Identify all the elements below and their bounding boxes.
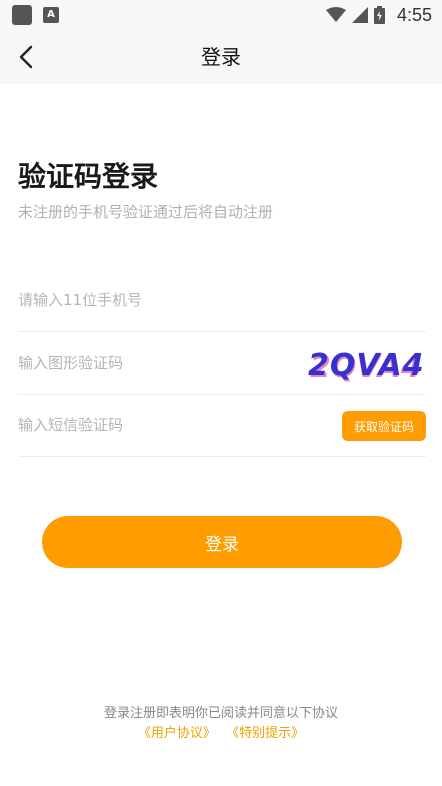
sms-field-row: 获取验证码 <box>18 394 426 457</box>
wifi-icon <box>325 7 346 22</box>
top-bar: 登录 <box>0 30 442 84</box>
captcha-field-row: 2QVA4 2QVA4 <box>18 332 426 395</box>
agreement-links: 《用户协议》 《特别提示》 <box>0 722 442 741</box>
status-time: 4:55 <box>396 4 432 25</box>
status-bar: A 4:55 <box>0 0 442 30</box>
phone-input[interactable] <box>18 269 318 331</box>
login-heading: 验证码登录 <box>18 160 159 193</box>
back-arrow-icon[interactable] <box>14 43 42 71</box>
a-icon: A <box>43 7 59 23</box>
sms-code-input[interactable] <box>18 394 318 456</box>
signal-icon <box>351 7 368 23</box>
status-right: 4:55 <box>325 0 432 30</box>
svg-text:2QVA4: 2QVA4 <box>308 348 425 383</box>
notification-icon <box>12 5 32 25</box>
battery-icon <box>373 6 385 24</box>
phone-field-row <box>18 269 426 332</box>
captcha-input[interactable] <box>18 332 318 394</box>
login-subtitle: 未注册的手机号验证通过后将自动注册 <box>18 203 274 221</box>
agreement-text: 登录注册即表明你已阅读并同意以下协议 <box>103 706 338 721</box>
login-button[interactable]: 登录 <box>42 516 402 568</box>
page-title: 登录 <box>201 45 241 69</box>
get-code-button[interactable]: 获取验证码 <box>342 411 426 441</box>
special-notice-link[interactable]: 《特别提示》 <box>226 726 304 741</box>
captcha-image[interactable]: 2QVA4 2QVA4 <box>308 348 426 384</box>
user-agreement-link[interactable]: 《用户协议》 <box>138 726 216 741</box>
